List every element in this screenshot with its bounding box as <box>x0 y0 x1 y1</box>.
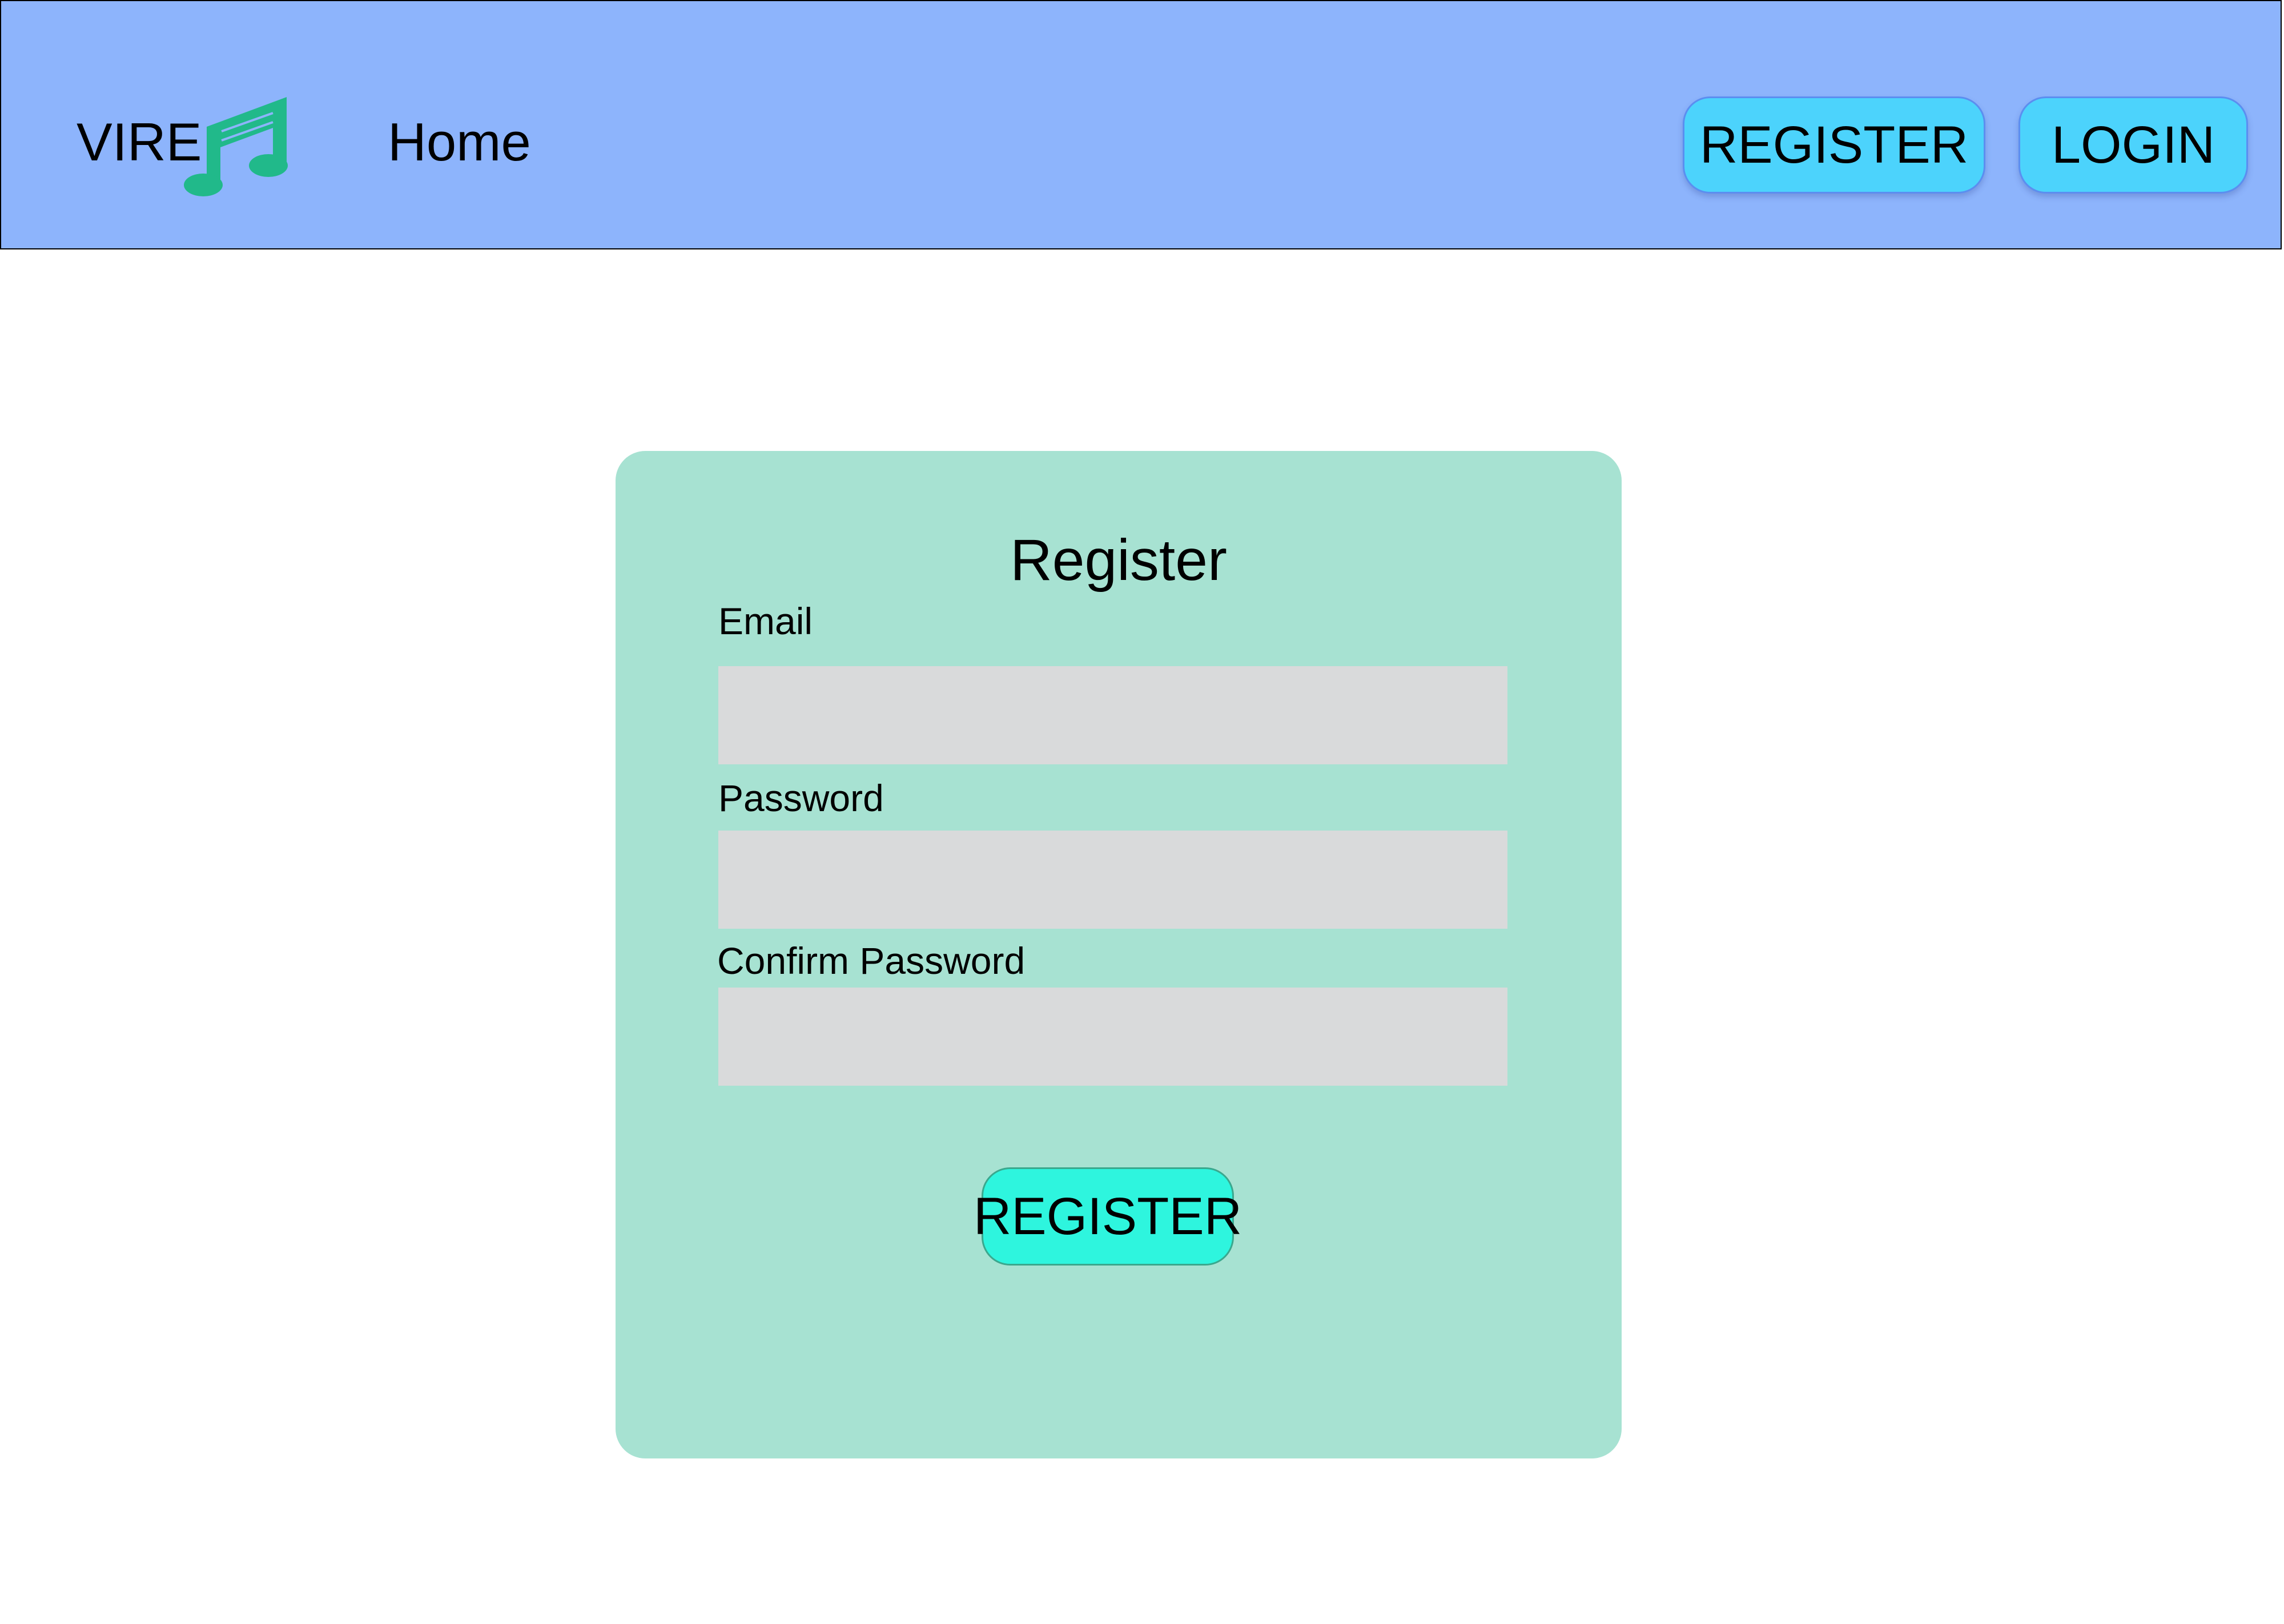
register-form-card: Register Email Password Confirm Password… <box>616 451 1622 1458</box>
nav-login-button[interactable]: LOGIN <box>2018 96 2248 194</box>
confirm-password-field[interactable] <box>718 988 1507 1086</box>
top-navbar: VIRE Home REGISTER LOGIN <box>0 0 2282 249</box>
form-title: Register <box>1010 527 1227 593</box>
email-field[interactable] <box>718 666 1507 764</box>
nav-home-link[interactable]: Home <box>388 115 531 169</box>
email-label: Email <box>718 600 813 642</box>
nav-register-button[interactable]: REGISTER <box>1683 96 1985 194</box>
register-submit-button[interactable]: REGISTER <box>974 1167 1242 1266</box>
confirm-password-label: Confirm Password <box>717 940 1026 982</box>
music-note-icon[interactable] <box>183 92 291 198</box>
password-label: Password <box>718 777 884 819</box>
password-field[interactable] <box>718 831 1507 929</box>
